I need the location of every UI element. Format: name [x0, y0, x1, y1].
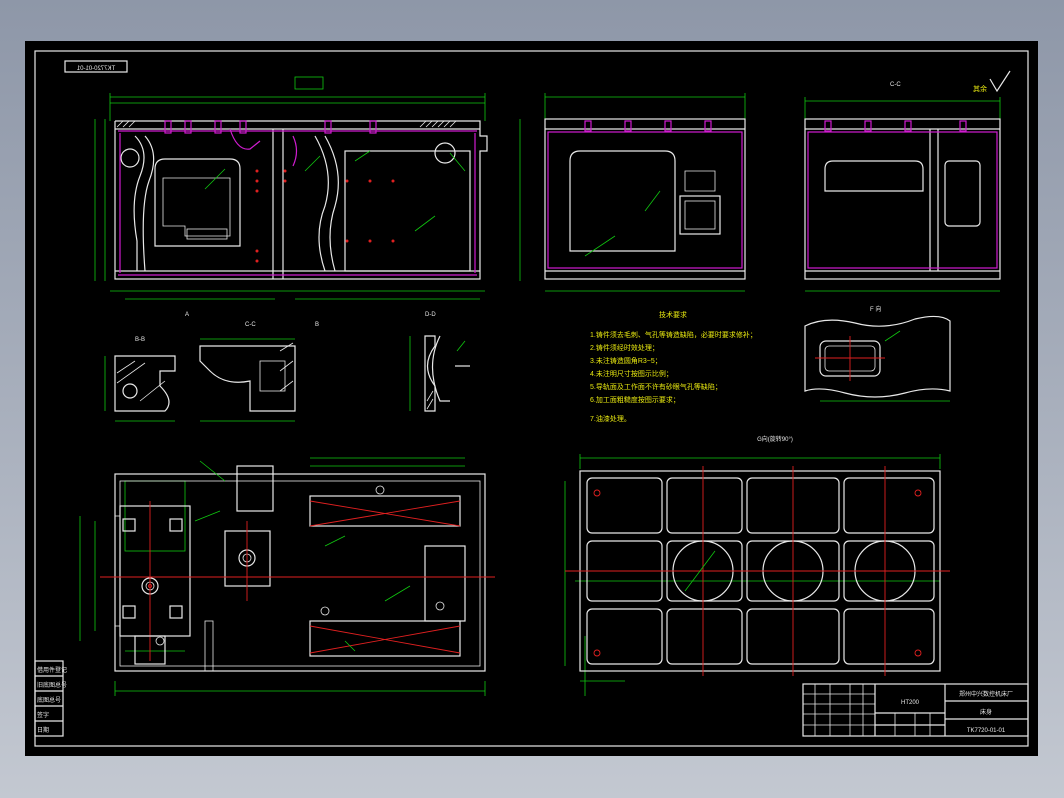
section-c-c-small: C-C — [199, 322, 296, 422]
section-b-b-title: B-B — [135, 337, 145, 343]
tech-req-item-1: 1.铸件须去毛刺、气孔等铸造缺陷，必要时要求修补； — [590, 330, 757, 339]
g-view: G向(旋转90°) — [564, 435, 950, 696]
front-view-hidden-lines — [118, 120, 477, 276]
section-d-d-title: D-D — [425, 312, 436, 318]
side-table-row-1: 借用件登记 — [37, 666, 67, 674]
front-view-main: A B — [94, 76, 488, 328]
cad-drawing: TK7720-01-01 A B C-C 其余 B-B C-C D-D 技术要求… — [34, 50, 1029, 747]
tech-req-title: 技术要求 — [659, 310, 687, 319]
section-c-c-view: C-C 其余 — [804, 70, 1011, 292]
front-view-hole-marks — [255, 169, 395, 263]
plan-view — [79, 457, 495, 696]
svg-text:其余: 其余 — [973, 84, 987, 93]
side-view-middle — [519, 93, 746, 292]
side-table-row-5: 日期 — [37, 726, 49, 734]
front-view-dimensions — [94, 76, 486, 300]
tech-req-item-3: 3.未注铸造圆角R3~5； — [590, 356, 662, 365]
tech-req-item-2: 2.铸件须经时效处理； — [590, 343, 659, 352]
tech-req-item-4: 4.未注明尺寸按图示比例； — [590, 369, 673, 378]
side-table-row-2: 旧底图总号 — [37, 681, 67, 689]
sheet-border — [34, 50, 1029, 747]
mirrored-number-text: TK7720-01-01 — [76, 66, 115, 72]
drawing-sheet: TK7720-01-01 A B C-C 其余 B-B C-C D-D 技术要求… — [25, 41, 1038, 756]
section-b-b: B-B — [104, 337, 176, 422]
tech-req-item-7: 7.油漆处理。 — [590, 414, 631, 423]
view-f: F 向 — [804, 305, 951, 402]
front-view-leaders — [204, 150, 466, 232]
roughness-symbol: 其余 — [973, 70, 1011, 93]
title-block-material: HT200 — [901, 700, 920, 706]
tech-requirements: 技术要求 1.铸件须去毛刺、气孔等铸造缺陷，必要时要求修补； 2.铸件须经时效处… — [590, 310, 757, 423]
side-table-row-4: 签字 — [37, 711, 49, 719]
section-d-d: D-D — [409, 312, 470, 412]
title-block-company: 郑州中兴数控机床厂 — [959, 690, 1013, 698]
tech-req-item-5: 5.导轨面及工作面不许有砂眼气孔等缺陷； — [590, 382, 722, 391]
title-block: HT200 郑州中兴数控机床厂 床身 TK7720-01-01 — [802, 683, 1029, 737]
title-block-drawing-no: TK7720-01-01 — [967, 728, 1006, 734]
tech-req-item-6: 6.加工面粗糙度按图示要求； — [590, 395, 680, 404]
front-view-label-B: B — [315, 322, 319, 328]
section-c-c-small-title: C-C — [245, 322, 256, 328]
mirrored-drawing-number: TK7720-01-01 — [64, 60, 128, 73]
view-f-title: F 向 — [870, 305, 881, 313]
top-rail-hatch — [116, 120, 457, 128]
section-c-c-title: C-C — [890, 82, 901, 88]
g-view-center-lines — [565, 466, 950, 676]
g-view-title: G向(旋转90°) — [757, 435, 793, 443]
front-view-label-A: A — [185, 312, 189, 318]
title-block-part-name: 床身 — [980, 708, 992, 716]
side-registration-table: 借用件登记 旧底图总号 底图总号 签字 日期 — [34, 660, 67, 737]
side-table-row-3: 底图总号 — [37, 696, 61, 704]
